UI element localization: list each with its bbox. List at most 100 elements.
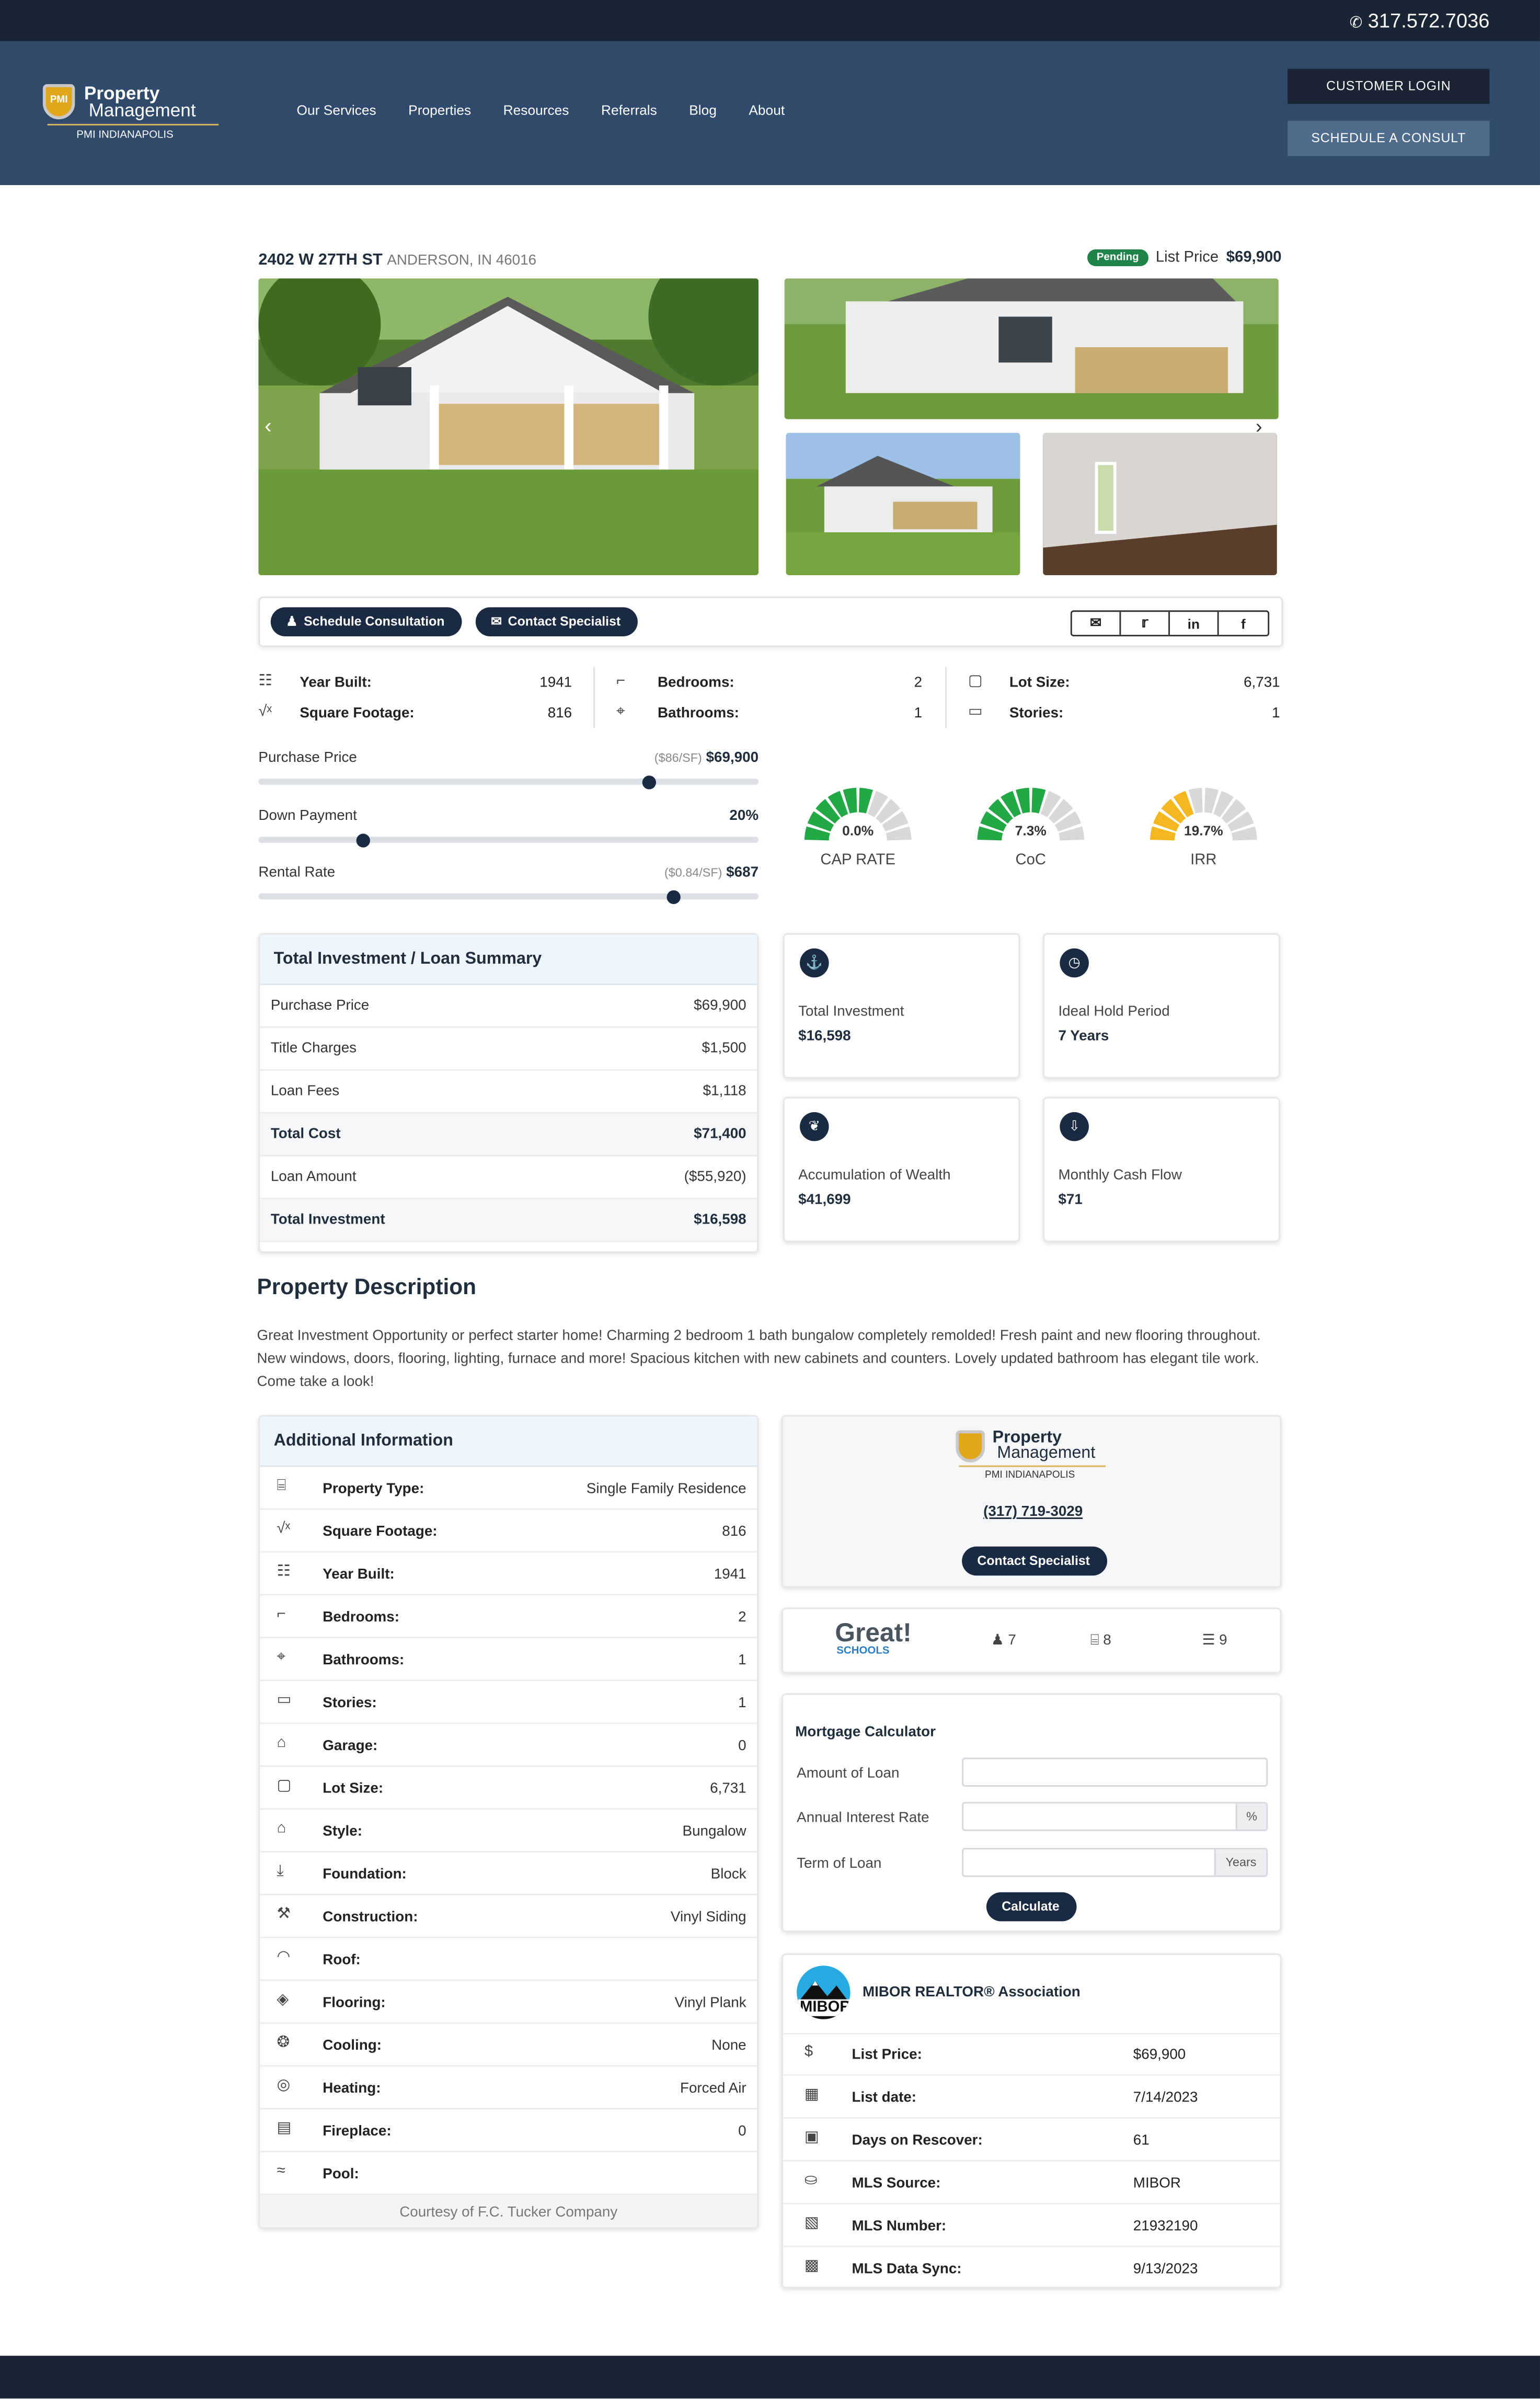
loan-amount-input[interactable] (962, 1757, 1268, 1787)
loan-term-label: Term of Loan (797, 1855, 882, 1872)
building-icon: ⌸ (277, 1478, 286, 1495)
nav-item-blog[interactable]: Blog (689, 102, 717, 118)
info-row-lot-size: ▢ Lot Size: 6,731 (260, 1767, 757, 1810)
house-icon: ⌂ (277, 1820, 286, 1837)
info-row-bathrooms: ⌖ Bathrooms: 1 (260, 1638, 757, 1682)
info-value: Vinyl Siding (670, 1909, 746, 1926)
stat-value: 7 Years (1058, 1027, 1109, 1045)
school-rating-value: 8 (1103, 1632, 1111, 1649)
fireplace-icon: ▤ (277, 2120, 292, 2137)
school-rating-value: 9 (1219, 1632, 1227, 1649)
foundation-icon: ⤓ (277, 1863, 284, 1880)
nav-item-about[interactable]: About (749, 102, 785, 118)
status-badge: Pending (1087, 249, 1148, 267)
dollar-icon: $ (804, 2043, 813, 2061)
stat-card-ideal-hold-period: ◷ Ideal Hold Period 7 Years (1043, 933, 1280, 1079)
mls-row-days-on-rescover: ▣ Days on Rescover: 61 (783, 2119, 1280, 2162)
mls-value: 9/13/2023 (1133, 2260, 1198, 2278)
mls-label: MLS Source: (852, 2175, 941, 2192)
school-rating[interactable]: ♟ 7 (991, 1632, 1016, 1649)
info-value: 1 (738, 1695, 746, 1712)
school-rating-value: 7 (1008, 1632, 1016, 1649)
slider-rental-rate: Rental Rate ($0.84/SF) $687 (258, 864, 759, 910)
summary-row: Total Cost $71,400 (260, 1113, 757, 1157)
fact-value: 1941 (539, 675, 572, 692)
slider-handle[interactable] (357, 832, 371, 847)
stat-value: $71 (1058, 1191, 1083, 1209)
fact-divider-2 (945, 667, 947, 728)
facebook-icon[interactable]: f (1219, 612, 1268, 635)
greatschools-logo[interactable]: Great! SCHOOLS (835, 1620, 912, 1657)
twitter-icon[interactable]: 𝕣 (1121, 612, 1170, 635)
info-label: Year Built: (323, 1566, 395, 1583)
header-phone[interactable]: ✆ 317.572.7036 (1350, 9, 1490, 32)
gauge-label: IRR (1190, 852, 1217, 869)
summary-value: $69,900 (694, 997, 746, 1014)
cake-icon: ☷ (258, 673, 272, 690)
slider-track[interactable] (258, 837, 759, 843)
investment-icon: ⚓ (800, 948, 829, 978)
elementary-icon: ♟ (991, 1632, 1008, 1649)
school-rating[interactable]: ⌸ 8 (1090, 1632, 1111, 1649)
calculate-button[interactable]: Calculate (986, 1892, 1076, 1922)
schedule-consultation-label: Schedule Consultation (304, 613, 445, 629)
slider-track[interactable] (258, 893, 759, 900)
greatschools-sub: SCHOOLS (836, 1646, 890, 1657)
fact-year-built: ☷ Year Built: 1941 (258, 673, 572, 693)
nav-item-referrals[interactable]: Referrals (601, 102, 657, 118)
site-logo[interactable]: PMI Property Management PMI INDIANAPOLIS (42, 83, 226, 147)
linkedin-icon[interactable]: in (1170, 612, 1219, 635)
info-label: Fireplace: (323, 2123, 392, 2140)
slider-handle[interactable] (641, 774, 656, 789)
calendar-icon: ▦ (804, 2086, 819, 2104)
summary-label: Purchase Price (270, 997, 370, 1014)
school-rating[interactable]: ☰ 9 (1202, 1632, 1227, 1649)
mls-value: 61 (1133, 2132, 1150, 2150)
person-icon: ♟ (286, 613, 298, 629)
fact-value: 816 (547, 705, 572, 722)
years-addon: Years (1214, 1849, 1267, 1876)
customer-login-button[interactable]: CUSTOMER LOGIN (1288, 68, 1490, 104)
share-buttons: ✉ 𝕣 in f (1070, 610, 1270, 637)
slider-handle[interactable] (666, 889, 681, 904)
mibor-logo: MIBOR (797, 1966, 851, 2019)
fact-stories: ▭ Stories: 1 (968, 704, 1280, 724)
agent-contact-button[interactable]: Contact Specialist (962, 1546, 1107, 1576)
investment-summary-title: Total Investment / Loan Summary (260, 934, 757, 986)
mls-label: Days on Rescover: (852, 2132, 983, 2150)
nav-item-properties[interactable]: Properties (408, 102, 471, 118)
info-value: Block (710, 1866, 746, 1883)
schedule-consultation-button[interactable]: ♟ Schedule Consultation (270, 607, 462, 637)
fact-label: Year Built: (300, 675, 372, 692)
mls-row-list-date: ▦ List date: 7/14/2023 (783, 2076, 1280, 2119)
photo-3[interactable] (786, 432, 1020, 575)
slider-purchase-price: Purchase Price ($86/SF) $69,900 (258, 749, 759, 795)
layers-icon: ◈ (277, 1992, 289, 2009)
prev-photo-arrow-icon[interactable]: ‹ (265, 413, 272, 438)
loan-term-input[interactable]: Years (962, 1848, 1268, 1877)
nav-item-our-services[interactable]: Our Services (297, 102, 376, 118)
info-row-property-type: ⌸ Property Type: Single Family Residence (260, 1467, 757, 1510)
main-photo[interactable]: ‹ (258, 278, 759, 575)
investment-summary-card: Total Investment / Loan Summary Purchase… (258, 933, 759, 1253)
site-footer (0, 2356, 1540, 2399)
agent-logo-line2: Management (997, 1444, 1096, 1463)
interest-rate-input[interactable]: % (962, 1802, 1268, 1831)
nav-item-resources[interactable]: Resources (503, 102, 569, 118)
photo-4[interactable] (1043, 432, 1277, 575)
loan-amount-label: Amount of Loan (797, 1765, 900, 1783)
action-bar: ♟ Schedule Consultation ✉ Contact Speciali… (258, 596, 1283, 647)
slider-note: ($0.84/SF) (664, 865, 722, 880)
contact-specialist-button[interactable]: ✉ Contact Specialist (475, 607, 638, 637)
main-nav: Our Services Properties Resources Referrals… (297, 102, 785, 118)
schedule-consult-button[interactable]: SCHEDULE A CONSULT (1288, 121, 1490, 156)
garage-icon: ⌂ (277, 1734, 286, 1752)
gauge-label: CoC (1015, 852, 1047, 869)
mail-share-icon[interactable]: ✉ (1072, 612, 1121, 635)
photo-2[interactable] (784, 278, 1279, 419)
agent-phone-link[interactable]: (317) 719-3029 (783, 1504, 1283, 1521)
slider-track[interactable] (258, 779, 759, 785)
mortgage-title: Mortgage Calculator (795, 1724, 936, 1741)
info-value: 6,731 (710, 1780, 746, 1798)
summary-value: ($55,920) (684, 1169, 746, 1186)
